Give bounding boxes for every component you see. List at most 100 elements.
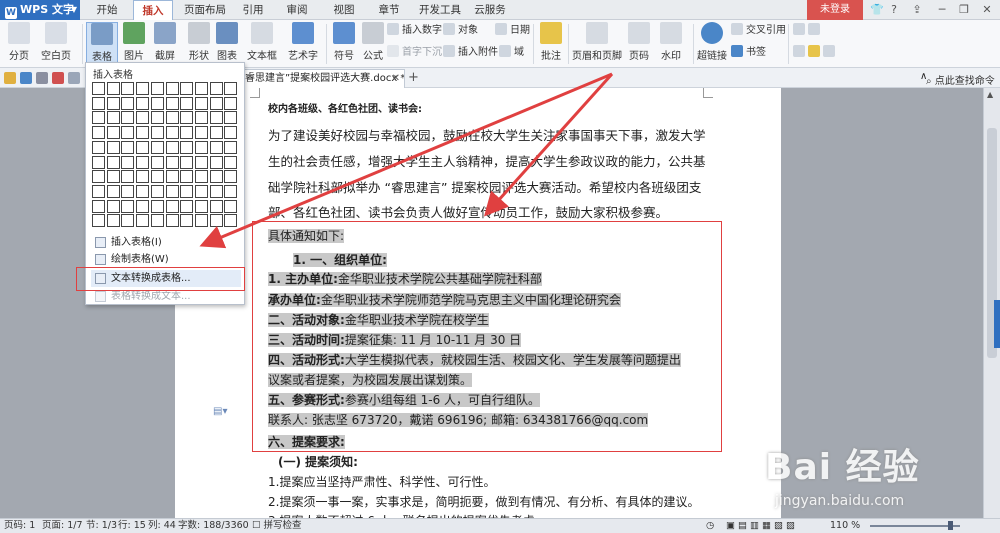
- table-grid-cell[interactable]: [165, 184, 179, 198]
- table-grid-cell[interactable]: [165, 111, 179, 125]
- table-grid-cell[interactable]: [194, 199, 208, 213]
- blank-page-button[interactable]: 空白页: [36, 22, 76, 62]
- table-grid-cell[interactable]: [165, 82, 179, 95]
- table-grid-cell[interactable]: [106, 214, 120, 228]
- table-grid-cell[interactable]: [150, 170, 164, 184]
- table-grid-cell[interactable]: [92, 184, 105, 198]
- table-grid-cell[interactable]: [194, 111, 208, 125]
- table-grid-cell[interactable]: [106, 82, 120, 95]
- table-grid-cell[interactable]: [92, 82, 105, 95]
- table-grid-cell[interactable]: [136, 170, 150, 184]
- document-tab[interactable]: 睿思建言”提案校园评选大赛.docx * ✕: [240, 69, 405, 88]
- first-char-sink-button[interactable]: 首字下沉: [387, 45, 442, 61]
- table-grid-cell[interactable]: [121, 184, 135, 198]
- side-panel-tab[interactable]: [994, 300, 1000, 348]
- table-grid-cell[interactable]: [180, 184, 194, 198]
- tab-references[interactable]: 引用: [235, 0, 271, 20]
- tab-chapter[interactable]: 章节: [371, 0, 407, 20]
- bookmark-button[interactable]: 书签: [731, 45, 766, 61]
- login-button[interactable]: 未登录: [807, 0, 863, 20]
- symbol-button[interactable]: 符号: [330, 22, 358, 62]
- table-grid-cell[interactable]: [136, 184, 150, 198]
- zoom-slider-knob[interactable]: [948, 521, 953, 530]
- table-grid-cell[interactable]: [121, 170, 135, 184]
- close-icon[interactable]: ✕: [980, 3, 994, 17]
- table-grid-cell[interactable]: [106, 184, 120, 198]
- table-grid-cell[interactable]: [165, 96, 179, 110]
- table-grid-cell[interactable]: [136, 82, 150, 95]
- tab-review[interactable]: 审阅: [279, 0, 315, 20]
- cross-reference-button[interactable]: 交叉引用: [731, 23, 786, 39]
- picture-button[interactable]: 图片: [120, 22, 148, 62]
- table-grid-cell[interactable]: [209, 140, 223, 154]
- table-grid-cell[interactable]: [150, 155, 164, 169]
- table-grid-cell[interactable]: [194, 214, 208, 228]
- table-grid-cell[interactable]: [136, 140, 150, 154]
- wps-app-menu-button[interactable]: W WPS 文字 ▼: [0, 0, 80, 20]
- insert-number-button[interactable]: 插入数字: [387, 23, 442, 39]
- table-grid-cell[interactable]: [224, 96, 238, 110]
- table-grid-cell[interactable]: [180, 140, 194, 154]
- table-grid-cell[interactable]: [209, 199, 223, 213]
- table-grid-cell[interactable]: [150, 199, 164, 213]
- table-grid-cell[interactable]: [209, 126, 223, 140]
- comment-button[interactable]: 批注: [538, 22, 564, 62]
- print-icon[interactable]: [36, 72, 48, 84]
- table-grid-cell[interactable]: [150, 184, 164, 198]
- table-grid-cell[interactable]: [224, 126, 238, 140]
- table-grid-cell[interactable]: [224, 214, 238, 228]
- save-icon[interactable]: [20, 72, 32, 84]
- pdf-icon[interactable]: [52, 72, 64, 84]
- status-word-count[interactable]: 字数: 188/3360: [178, 519, 249, 533]
- hyperlink-button[interactable]: 超链接: [697, 22, 727, 62]
- table-grid-cell[interactable]: [121, 126, 135, 140]
- table-grid-cell[interactable]: [194, 155, 208, 169]
- insert-table-item[interactable]: 插入表格(I): [91, 234, 241, 251]
- table-grid-cell[interactable]: [180, 199, 194, 213]
- new-tab-icon[interactable]: +: [408, 69, 419, 87]
- chart-button[interactable]: 图表: [215, 22, 239, 62]
- table-grid-cell[interactable]: [194, 170, 208, 184]
- help-icon[interactable]: ?: [887, 3, 901, 17]
- page-number-button[interactable]: 页码: [624, 22, 654, 62]
- shape-button[interactable]: 形状: [184, 22, 214, 62]
- table-grid-cell[interactable]: [224, 199, 238, 213]
- table-grid-cell[interactable]: [165, 140, 179, 154]
- skin-icon[interactable]: 👕: [870, 3, 884, 17]
- table-grid-cell[interactable]: [92, 214, 105, 228]
- scroll-up-icon[interactable]: ▲: [987, 90, 993, 99]
- table-grid-cell[interactable]: [106, 170, 120, 184]
- table-grid-cell[interactable]: [92, 96, 105, 110]
- table-grid-cell[interactable]: [180, 155, 194, 169]
- paragraph-options-icon[interactable]: ▤▾: [213, 406, 227, 417]
- table-grid-cell[interactable]: [92, 155, 105, 169]
- field-button[interactable]: 域: [499, 45, 524, 61]
- table-grid-cell[interactable]: [136, 199, 150, 213]
- table-grid-cell[interactable]: [121, 140, 135, 154]
- table-grid-cell[interactable]: [180, 126, 194, 140]
- table-grid-cell[interactable]: [194, 126, 208, 140]
- object-button[interactable]: 对象: [443, 23, 478, 39]
- tab-insert[interactable]: 插入: [133, 0, 173, 20]
- table-grid-cell[interactable]: [224, 82, 238, 95]
- table-grid-cell[interactable]: [136, 214, 150, 228]
- tab-cloud[interactable]: 云服务: [470, 0, 510, 20]
- table-grid-cell[interactable]: [121, 214, 135, 228]
- table-grid-cell[interactable]: [106, 126, 120, 140]
- table-grid-cell[interactable]: [194, 140, 208, 154]
- table-grid-cell[interactable]: [209, 170, 223, 184]
- table-grid-cell[interactable]: [136, 126, 150, 140]
- spell-check-toggle[interactable]: ☐ 拼写检查: [252, 519, 302, 533]
- table-grid-cell[interactable]: [150, 111, 164, 125]
- zoom-slider[interactable]: [870, 525, 960, 527]
- table-grid-cell[interactable]: [92, 140, 105, 154]
- textbox-button[interactable]: 文本框: [246, 22, 278, 62]
- table-grid-cell[interactable]: [106, 199, 120, 213]
- table-grid-cell[interactable]: [165, 126, 179, 140]
- table-grid-cell[interactable]: [150, 96, 164, 110]
- tab-home[interactable]: 开始: [87, 0, 127, 20]
- table-grid-cell[interactable]: [224, 170, 238, 184]
- table-grid-cell[interactable]: [194, 184, 208, 198]
- table-grid-cell[interactable]: [165, 214, 179, 228]
- formula-button[interactable]: 公式: [362, 22, 384, 62]
